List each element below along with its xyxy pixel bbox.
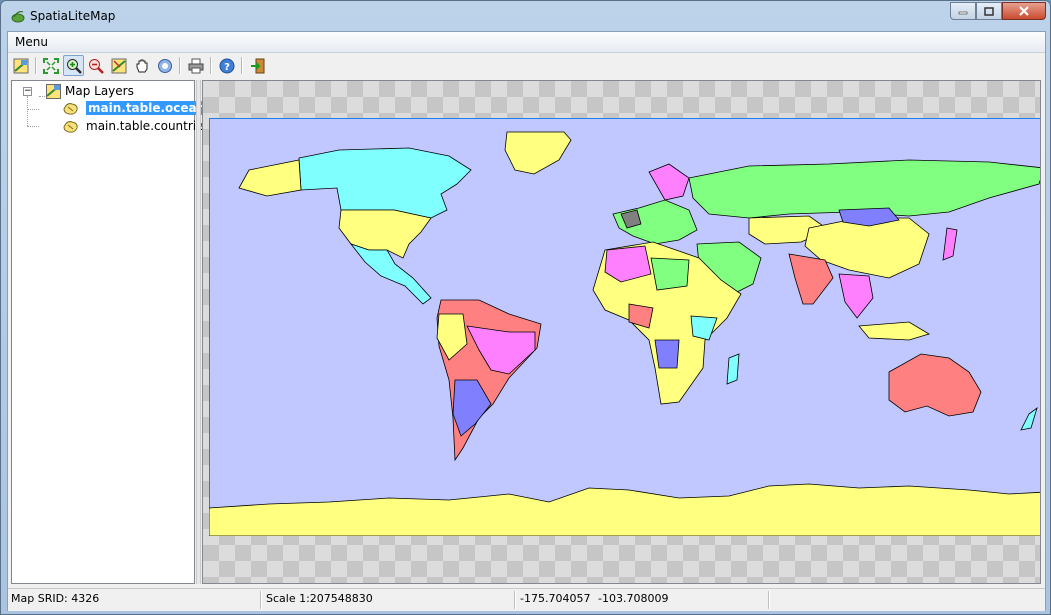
svg-text:?: ? — [224, 62, 230, 73]
layer-tree: − Map Layers main.table.ocean main.table… — [11, 80, 210, 584]
status-bar: Map SRID: 4326 Scale 1:207548830 -175.70… — [8, 588, 1045, 611]
help-icon: ? — [219, 58, 234, 73]
caption-buttons — [950, 2, 1046, 22]
map-canvas[interactable] — [202, 80, 1041, 584]
spatialite-feather-icon — [11, 11, 25, 23]
title-bar[interactable]: SpatiaLiteMap — [1, 1, 1050, 31]
tree-root-label[interactable]: Map Layers — [65, 84, 134, 98]
zoom-out-icon — [88, 58, 104, 74]
vector-layer-icon — [63, 121, 78, 133]
toolbar-separator — [241, 57, 243, 74]
help-button[interactable]: ? — [216, 55, 237, 76]
maximize-button[interactable] — [976, 2, 1002, 20]
close-button[interactable] — [1002, 2, 1046, 20]
close-icon — [1019, 6, 1029, 16]
info-button[interactable] — [154, 55, 175, 76]
print-button[interactable] — [185, 55, 206, 76]
toolbar-separator — [179, 57, 181, 74]
zoom-full-button[interactable] — [40, 55, 61, 76]
toolbar: ? — [8, 53, 1045, 78]
layers-icon — [13, 58, 28, 73]
minimize-button[interactable] — [950, 2, 976, 20]
zoom-in-icon — [66, 58, 82, 74]
country-shape — [726, 353, 740, 385]
panel-splitter[interactable] — [196, 80, 201, 584]
tree-connector — [27, 109, 39, 110]
status-divider — [514, 591, 516, 609]
client-area: Menu ? − Map Layers main.table.ocean mai… — [7, 31, 1046, 611]
exit-icon — [250, 58, 264, 73]
identify-button[interactable] — [108, 55, 129, 76]
status-divider — [768, 591, 770, 609]
pan-hand-icon — [136, 59, 147, 72]
status-scale: Scale 1:207548830 — [266, 592, 373, 605]
app-window: SpatiaLiteMap Menu ? − Map Layers main.t… — [0, 0, 1051, 615]
zoom-full-icon — [42, 57, 59, 74]
world-map[interactable] — [209, 118, 1041, 536]
identify-icon — [111, 58, 126, 73]
layer-item-ocean[interactable]: main.table.ocean — [86, 101, 208, 115]
status-coord-x: -175.704057 — [520, 592, 591, 605]
zoom-in-button[interactable] — [63, 55, 84, 76]
vector-layer-icon — [63, 103, 78, 115]
layer-item-countries[interactable]: main.table.countries — [86, 119, 210, 133]
status-coord-y: -103.708009 — [598, 592, 669, 605]
tree-connector — [39, 96, 45, 97]
country-shape — [650, 257, 690, 291]
status-srid: Map SRID: 4326 — [11, 592, 100, 605]
maximize-icon — [984, 6, 994, 16]
layers-button[interactable] — [10, 55, 31, 76]
minimize-icon — [958, 11, 968, 15]
menu-item-menu[interactable]: Menu — [15, 35, 48, 49]
tree-connector — [27, 96, 28, 126]
info-icon — [157, 58, 172, 73]
toolbar-separator — [210, 57, 212, 74]
print-icon — [188, 58, 203, 73]
tree-collapse-toggle[interactable]: − — [23, 87, 32, 96]
menu-bar: Menu — [8, 32, 1045, 53]
zoom-out-button[interactable] — [85, 55, 106, 76]
status-divider — [260, 591, 262, 609]
pan-button[interactable] — [131, 55, 152, 76]
tree-connector — [27, 126, 39, 127]
exit-button[interactable] — [247, 55, 268, 76]
window-title: SpatiaLiteMap — [30, 9, 116, 23]
map-layers-icon — [46, 84, 61, 99]
toolbar-separator — [35, 57, 37, 74]
country-shape — [654, 339, 680, 369]
